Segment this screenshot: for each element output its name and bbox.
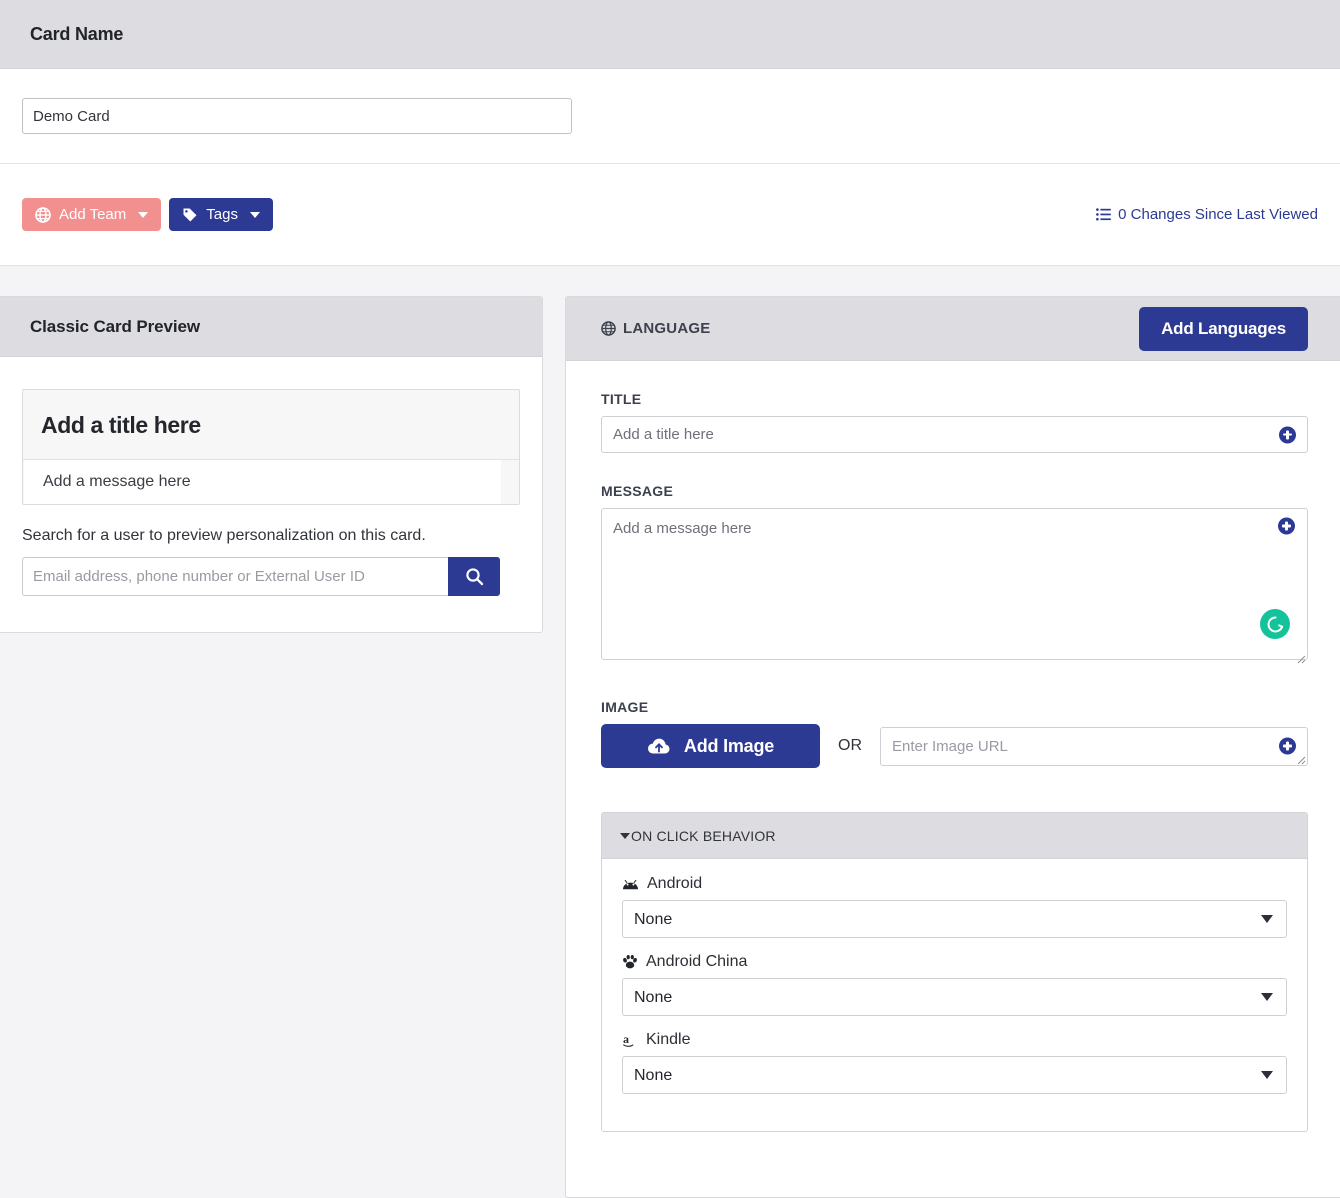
classic-card-preview-panel: Classic Card Preview Add a title here Ad… — [0, 296, 543, 633]
user-search-row — [22, 557, 520, 596]
card-editor-page: Card Name Add Team — [0, 0, 1340, 1198]
on-click-behavior-header[interactable]: ON CLICK BEHAVIOR — [602, 813, 1307, 859]
android-icon — [622, 879, 639, 890]
platform-label-android: Android — [622, 875, 1287, 893]
svg-text:a: a — [623, 1032, 629, 1046]
select-wrap-android-china: None — [622, 978, 1287, 1016]
image-field-label: IMAGE — [601, 699, 649, 715]
platform-row-android-china: Android China None — [622, 953, 1287, 1016]
title-input-wrap — [601, 416, 1308, 453]
toolbar: Add Team Tags 0 Changes Since Last Viewe… — [0, 164, 1340, 266]
on-click-behavior-title: ON CLICK BEHAVIOR — [631, 827, 776, 844]
tags-button[interactable]: Tags — [169, 198, 273, 231]
or-label: OR — [838, 737, 862, 754]
page-header: Card Name — [0, 0, 1340, 69]
changes-label: 0 Changes Since Last Viewed — [1118, 206, 1318, 223]
on-click-behavior-body: Android None Android China None a Kindle… — [602, 859, 1307, 1131]
main-content: Classic Card Preview Add a title here Ad… — [0, 266, 1340, 1198]
message-textarea-wrap — [601, 508, 1308, 665]
card-preview: Add a title here Add a message here — [22, 389, 520, 505]
platform-label-android-china: Android China — [622, 953, 1287, 971]
add-title-liquid-tag-icon[interactable] — [1279, 426, 1296, 443]
toolbar-left-group: Add Team Tags — [22, 198, 273, 231]
card-preview-message: Add a message here — [24, 460, 501, 504]
select-wrap-android: None — [622, 900, 1287, 938]
language-header-left: LANGUAGE — [601, 320, 710, 337]
platform-name: Kindle — [646, 1031, 691, 1048]
platform-row-kindle: a Kindle None — [622, 1031, 1287, 1094]
collapse-triangle-icon[interactable] — [620, 832, 630, 839]
preview-helper-text: Search for a user to preview personaliza… — [22, 527, 426, 544]
image-url-wrap — [880, 726, 1308, 766]
language-label: LANGUAGE — [623, 320, 711, 337]
user-search-input[interactable] — [22, 557, 448, 596]
add-image-url-liquid-tag-icon[interactable] — [1279, 737, 1296, 755]
paw-icon — [622, 955, 638, 969]
preview-panel-header: Classic Card Preview — [0, 297, 542, 357]
add-image-button[interactable]: Add Image — [601, 724, 820, 768]
select-wrap-kindle: None — [622, 1056, 1287, 1094]
amazon-icon: a — [622, 1032, 638, 1048]
platform-row-android: Android None — [622, 875, 1287, 938]
globe-icon — [601, 321, 616, 336]
platform-label-kindle: a Kindle — [622, 1031, 1287, 1049]
card-preview-title: Add a title here — [23, 390, 519, 460]
list-icon — [1096, 208, 1111, 221]
image-row: Add Image OR — [601, 724, 1308, 768]
card-name-row — [0, 69, 1340, 164]
language-panel-header: LANGUAGE Add Languages — [566, 297, 1340, 361]
globe-icon — [35, 206, 51, 223]
chevron-down-icon — [138, 211, 149, 218]
platform-name: Android — [647, 875, 703, 892]
card-preview-message-wrap: Add a message here — [23, 460, 519, 504]
tags-label: Tags — [206, 206, 238, 223]
on-click-select-android[interactable]: None — [622, 900, 1287, 938]
image-url-input[interactable] — [880, 726, 1308, 766]
add-image-label: Add Image — [683, 735, 775, 756]
cloud-upload-icon — [647, 737, 671, 756]
user-search-button[interactable] — [448, 557, 500, 596]
platform-name: Android China — [646, 953, 748, 970]
page-title: Card Name — [30, 23, 124, 44]
on-click-behavior-section: ON CLICK BEHAVIOR Android None Android C… — [601, 812, 1308, 1132]
language-panel-body: TITLE MESSAGE — [566, 361, 1340, 1132]
add-team-label: Add Team — [59, 206, 127, 223]
preview-panel-title: Classic Card Preview — [30, 316, 200, 336]
card-name-input[interactable] — [22, 98, 572, 134]
add-message-liquid-tag-icon[interactable] — [1278, 517, 1295, 535]
preview-panel-body: Add a title here Add a message here Sear… — [0, 357, 542, 632]
message-field-label: MESSAGE — [601, 483, 674, 499]
add-languages-button[interactable]: Add Languages — [1139, 306, 1308, 351]
chevron-down-icon — [249, 211, 260, 218]
on-click-select-kindle[interactable]: None — [622, 1056, 1287, 1094]
on-click-select-android-china[interactable]: None — [622, 978, 1287, 1016]
add-team-button[interactable]: Add Team — [22, 198, 162, 231]
title-field-label: TITLE — [601, 391, 642, 407]
tag-icon — [182, 207, 198, 223]
title-input[interactable] — [601, 416, 1308, 453]
language-editor-panel: LANGUAGE Add Languages TITLE MESSAGE — [565, 296, 1340, 1198]
changes-since-last-viewed-link[interactable]: 0 Changes Since Last Viewed — [1096, 206, 1318, 223]
search-icon — [465, 567, 484, 586]
grammarly-icon[interactable] — [1260, 609, 1290, 639]
message-textarea[interactable] — [601, 508, 1308, 660]
